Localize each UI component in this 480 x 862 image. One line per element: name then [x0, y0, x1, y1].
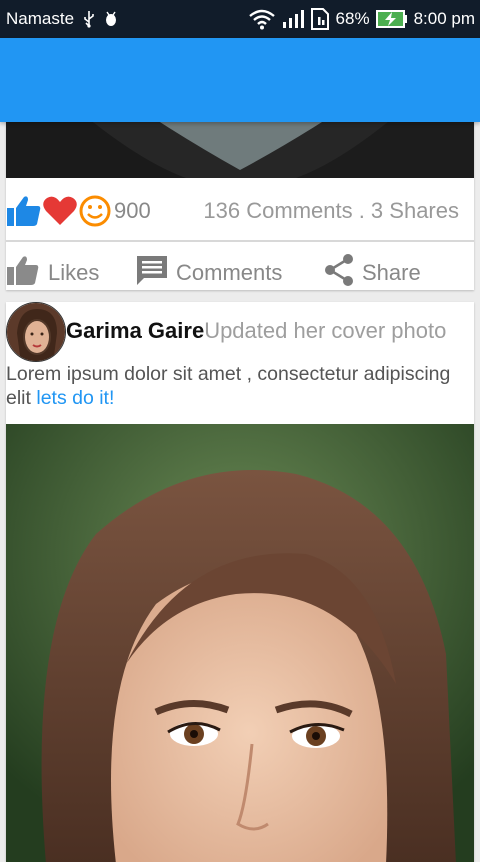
clock: 8:00 pm: [413, 9, 475, 28]
android-debug-icon: [104, 10, 118, 28]
app-bar: [0, 38, 480, 122]
comment-icon: [136, 254, 168, 292]
post-card: Garima GaireUpdated her cover photo Lore…: [6, 302, 474, 862]
like-button[interactable]: Likes: [6, 254, 99, 292]
post-card: 900 136 Comments . 3 Shares Likes Commen…: [6, 100, 474, 290]
avatar[interactable]: [6, 302, 66, 362]
usb-icon: [82, 10, 96, 28]
cover-photo[interactable]: [6, 424, 474, 862]
like-button-label: Likes: [48, 260, 100, 285]
share-button-label: Share: [362, 260, 421, 285]
battery-percent: 68%: [335, 9, 370, 28]
sim-icon: [310, 8, 330, 30]
carrier-name: Namaste: [6, 9, 75, 28]
reaction-count: 900: [114, 198, 151, 223]
haha-reaction-icon: [78, 194, 112, 233]
reactions-summary: 900 136 Comments . 3 Shares: [6, 184, 474, 242]
post-action-text: Updated her cover photo: [204, 318, 447, 343]
love-reaction-icon: [42, 195, 78, 232]
author-name[interactable]: Garima Gaire: [66, 318, 204, 343]
comment-button[interactable]: Comments: [136, 254, 282, 292]
like-reaction-icon: [6, 194, 42, 233]
signal-icon: [282, 9, 304, 29]
comment-button-label: Comments: [176, 260, 283, 285]
post-body: Lorem ipsum dolor sit amet , consectetur…: [6, 362, 474, 410]
post-actions: Likes Comments Share: [6, 246, 474, 290]
thumbs-up-icon: [6, 254, 40, 292]
post-header: Garima GaireUpdated her cover photo: [66, 318, 446, 344]
comments-shares-count[interactable]: 136 Comments . 3 Shares: [203, 198, 459, 224]
share-icon: [324, 254, 354, 292]
battery-charging-icon: [375, 10, 408, 28]
post-link[interactable]: lets do it!: [36, 387, 114, 409]
share-button[interactable]: Share: [324, 254, 421, 292]
wifi-icon: [248, 8, 276, 30]
status-bar: Namaste 68% 8:00 pm: [0, 0, 480, 38]
